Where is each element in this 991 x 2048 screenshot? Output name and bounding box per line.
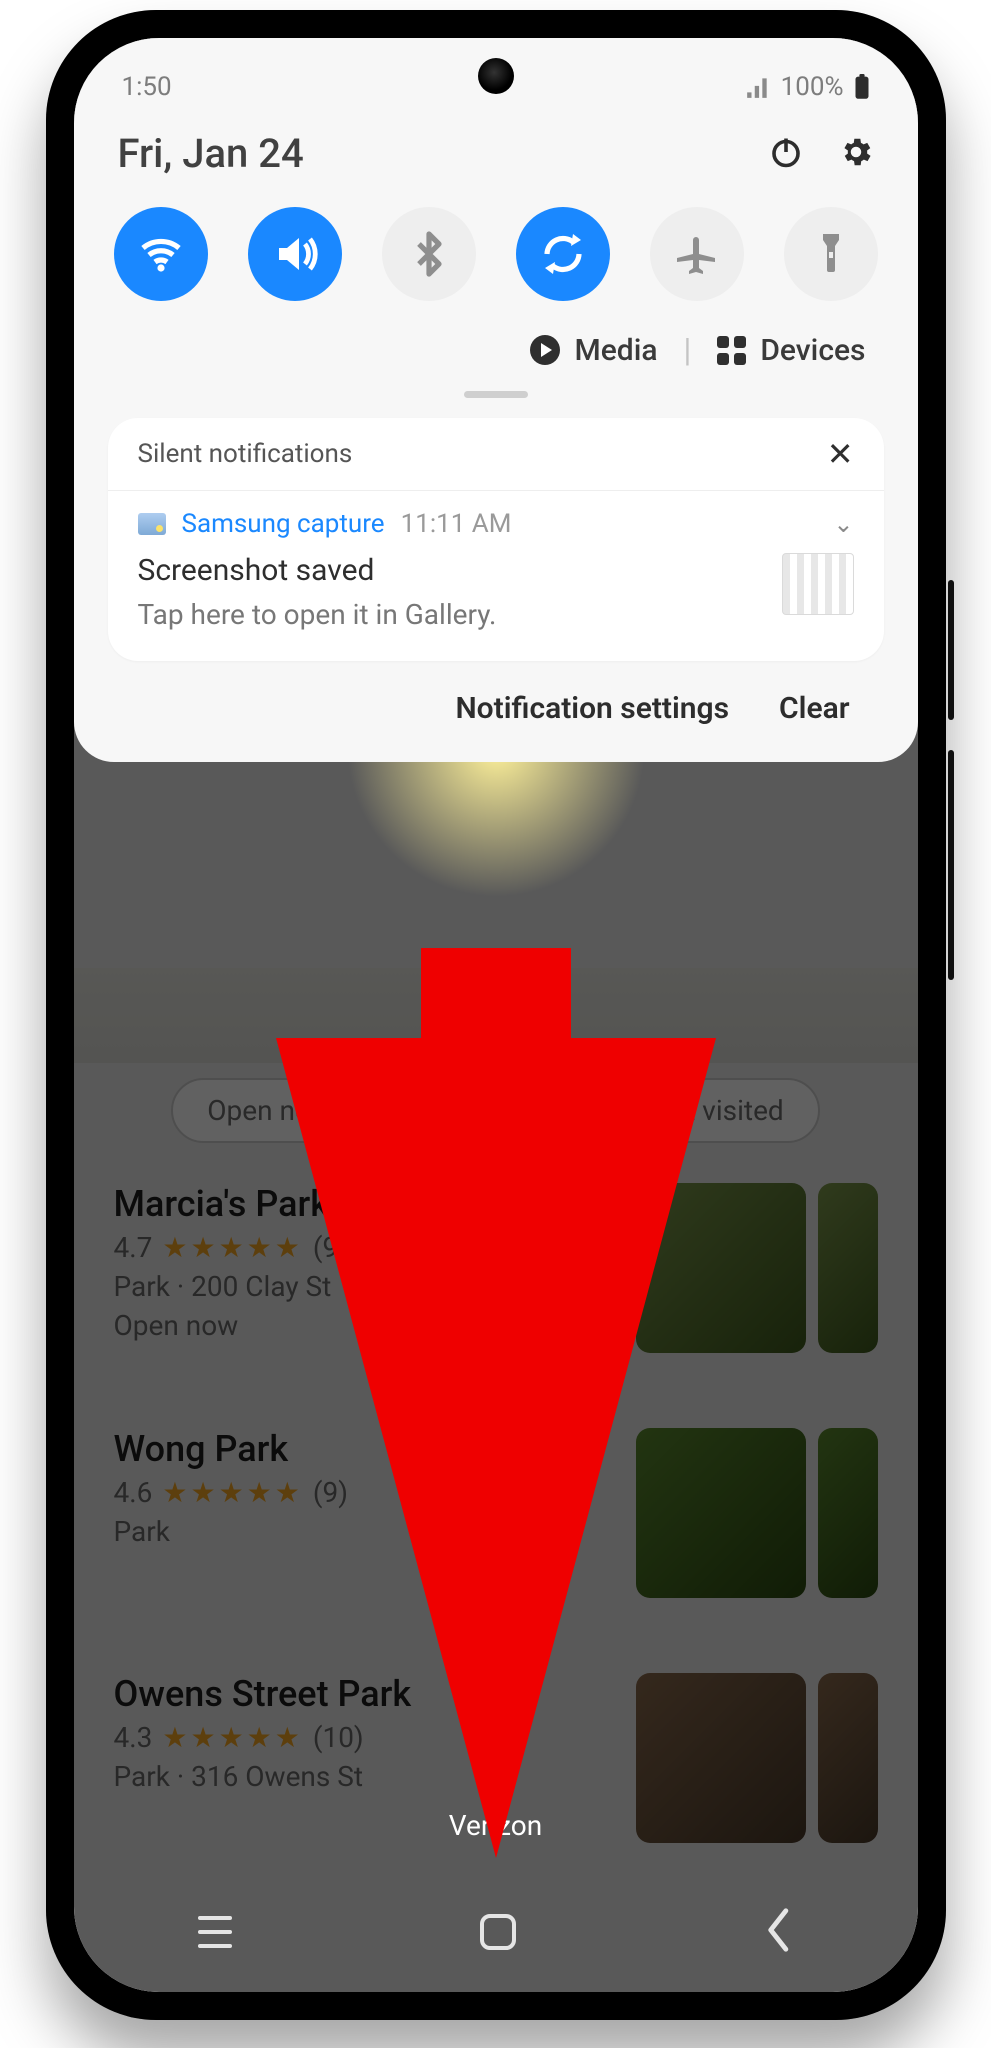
signal-icon — [745, 76, 771, 98]
wifi-toggle[interactable] — [114, 207, 208, 301]
nav-home-button[interactable] — [480, 1914, 516, 1950]
status-time: 1:50 — [122, 72, 172, 102]
side-key — [948, 750, 954, 980]
nav-bar — [74, 1872, 918, 1992]
airplane-toggle[interactable] — [650, 207, 744, 301]
phone-frame: Open now Haven't visited Marcia's Park 4… — [46, 10, 946, 2020]
play-icon — [530, 335, 560, 365]
nav-back-button[interactable] — [765, 1908, 793, 1956]
nav-recents-button[interactable] — [198, 1916, 232, 1948]
notification-thumbnail — [782, 553, 854, 615]
notification-panel: 1:50 100% Fri, Jan 24 — [74, 38, 918, 762]
devices-button[interactable]: Devices — [717, 333, 865, 368]
silent-notifications-card: Silent notifications ✕ Samsung capture 1… — [108, 418, 884, 661]
side-key — [948, 580, 954, 720]
notification-subtitle: Tap here to open it in Gallery. — [138, 598, 497, 631]
power-icon[interactable] — [768, 134, 804, 174]
notification-app-name: Samsung capture — [182, 509, 385, 539]
carrier-label: Verizon — [74, 1809, 918, 1842]
bluetooth-toggle[interactable] — [382, 207, 476, 301]
battery-icon — [854, 74, 870, 100]
quick-settings-row — [108, 207, 884, 331]
silent-header: Silent notifications — [138, 439, 353, 469]
notification-time: 11:11 AM — [401, 509, 512, 539]
autorotate-toggle[interactable] — [516, 207, 610, 301]
notification-title: Screenshot saved — [138, 553, 497, 588]
front-camera — [478, 58, 514, 94]
media-button[interactable]: Media — [530, 333, 657, 368]
screen: Open now Haven't visited Marcia's Park 4… — [74, 38, 918, 1992]
panel-date[interactable]: Fri, Jan 24 — [118, 130, 304, 177]
chevron-down-icon[interactable]: ⌄ — [833, 510, 853, 538]
flashlight-toggle[interactable] — [784, 207, 878, 301]
clear-button[interactable]: Clear — [779, 691, 849, 726]
notification-item[interactable]: Samsung capture 11:11 AM ⌄ Screenshot sa… — [108, 491, 884, 661]
drag-handle[interactable] — [464, 391, 528, 398]
notification-settings-button[interactable]: Notification settings — [455, 691, 729, 726]
close-icon[interactable]: ✕ — [827, 438, 854, 470]
devices-icon — [717, 336, 746, 365]
app-icon — [138, 513, 166, 535]
sound-toggle[interactable] — [248, 207, 342, 301]
battery-label: 100% — [781, 72, 844, 102]
gear-icon[interactable] — [838, 134, 874, 174]
